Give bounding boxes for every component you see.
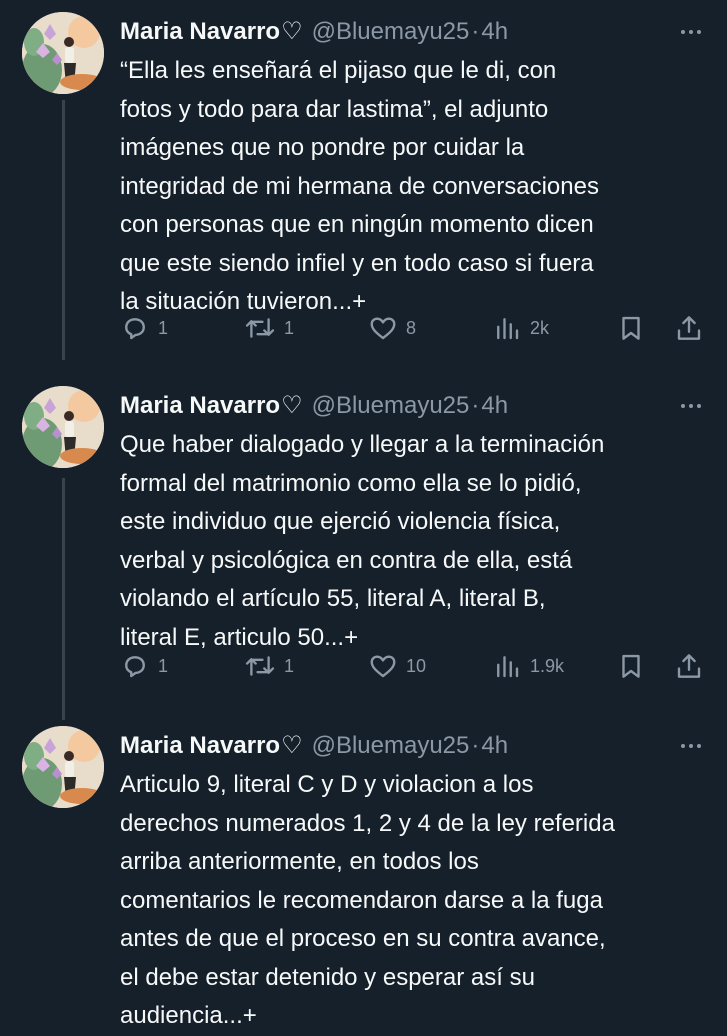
author-name[interactable]: Maria Navarro — [120, 12, 280, 52]
reply-count: 1 — [158, 655, 169, 676]
tweet-header: Maria Navarro ♡ @Bluemayu25 · 4h — [120, 12, 727, 52]
tweet-text-line: que este siendo infiel y en todo caso si… — [120, 249, 594, 277]
tweet-text-line: violando el artículo 55, literal A, lite… — [120, 585, 546, 612]
reply-count: 1 — [158, 317, 169, 338]
reply-icon — [125, 318, 145, 340]
heart-icon — [370, 655, 396, 678]
author-handle[interactable]: @Bluemayu25 — [312, 726, 470, 766]
meta-separator: · — [471, 392, 480, 419]
share-button[interactable] — [674, 646, 704, 686]
avatar[interactable] — [22, 12, 104, 94]
tweet-text: Articulo 9, literal C y D y violacion a … — [120, 766, 700, 1036]
bookmark-button[interactable] — [616, 308, 646, 348]
tweet-text-line: verbal y psicológica en contra de ella, … — [120, 546, 573, 574]
repost-count: 1 — [284, 655, 295, 676]
tweet-text-line: derechos numerados 1, 2 y 4 de la ley re… — [120, 809, 615, 837]
views-count: 2k — [530, 317, 550, 338]
views-button[interactable]: 1.9k — [492, 646, 564, 686]
bookmark-button[interactable] — [616, 646, 646, 686]
tweet-text: Que haber dialogado y llegar a la termin… — [120, 426, 700, 657]
name-heart-emoji: ♡ — [281, 18, 303, 45]
views-button[interactable]: 2k — [492, 308, 549, 348]
tweet[interactable]: Maria Navarro ♡ @Bluemayu25 · 4h Articul… — [0, 726, 727, 1029]
timestamp[interactable]: 4h — [481, 726, 508, 766]
tweet-text-line: el debe estar detenido y esperar así su — [120, 963, 535, 991]
tweet-text-line: “Ella les enseñará el pijaso que le di, … — [120, 57, 557, 84]
tweet-header: Maria Navarro ♡ @Bluemayu25 · 4h — [120, 386, 727, 426]
tweet-text-line: formal del matrimonio como ella se lo pi… — [120, 469, 582, 497]
action-bar: 1 1 8 2k — [120, 308, 710, 348]
reply-button[interactable]: 1 — [120, 646, 168, 686]
tweet-text-line: fotos y todo para dar lastima”, el adjun… — [120, 95, 549, 123]
action-bar: 1 1 10 1.9k — [120, 646, 710, 686]
tweet-header: Maria Navarro ♡ @Bluemayu25 · 4h — [120, 726, 727, 766]
repost-count: 1 — [284, 317, 295, 338]
tweet-text-line: imágenes que no pondre por cuidar la — [120, 134, 525, 161]
avatar[interactable] — [22, 726, 104, 808]
tweet-text-line: este individuo que ejerció violencia fís… — [120, 508, 561, 535]
share-icon — [677, 654, 701, 678]
like-count: 8 — [406, 317, 417, 338]
author-name[interactable]: Maria Navarro — [120, 726, 280, 766]
tweet-text-line: audiencia...+ — [120, 1002, 257, 1029]
tweet-text-line: Que haber dialogado y llegar a la termin… — [120, 431, 605, 458]
meta-separator: · — [471, 732, 480, 759]
tweet-text-line: arriba anteriormente, en todos los — [120, 848, 479, 875]
repost-icon — [245, 656, 275, 676]
tweet-text-line: integridad de mi hermana de conversacion… — [120, 172, 599, 200]
avatar-image — [22, 726, 104, 808]
bookmark-icon — [622, 316, 640, 340]
avatar-image — [22, 386, 104, 468]
reply-icon — [125, 656, 145, 678]
tweet-text-line: antes de que el proceso en su contra ava… — [120, 925, 606, 952]
share-button[interactable] — [674, 308, 704, 348]
author-handle[interactable]: @Bluemayu25 — [312, 386, 470, 426]
repost-icon — [245, 318, 275, 338]
more-icon[interactable] — [681, 726, 701, 766]
author-handle[interactable]: @Bluemayu25 — [312, 12, 470, 52]
repost-button[interactable]: 1 — [244, 308, 294, 348]
share-icon — [677, 316, 701, 340]
timestamp[interactable]: 4h — [481, 12, 508, 52]
more-icon[interactable] — [681, 12, 701, 52]
tweet-text: “Ella les enseñará el pijaso que le di, … — [120, 52, 700, 322]
repost-button[interactable]: 1 — [244, 646, 294, 686]
more-icon[interactable] — [681, 386, 701, 426]
like-button[interactable]: 10 — [368, 646, 426, 686]
avatar-image — [22, 12, 104, 94]
reply-button[interactable]: 1 — [120, 308, 168, 348]
author-name[interactable]: Maria Navarro — [120, 386, 280, 426]
tweet-text-line: comentarios le recomendaron darse a la f… — [120, 886, 603, 914]
views-icon — [497, 318, 519, 340]
tweet[interactable]: Maria Navarro ♡ @Bluemayu25 · 4h Que hab… — [0, 386, 727, 706]
name-heart-emoji: ♡ — [281, 392, 303, 419]
like-count: 10 — [406, 655, 427, 676]
avatar[interactable] — [22, 386, 104, 468]
tweet-text-line: con personas que en ningún momento dicen — [120, 211, 594, 238]
bookmark-icon — [622, 654, 640, 678]
name-heart-emoji: ♡ — [281, 732, 303, 759]
views-icon — [497, 656, 519, 678]
heart-icon — [370, 317, 396, 340]
meta-separator: · — [471, 18, 480, 45]
timestamp[interactable]: 4h — [481, 386, 508, 426]
like-button[interactable]: 8 — [368, 308, 416, 348]
tweet-text-line: Articulo 9, literal C y D y violacion a … — [120, 771, 534, 798]
tweet[interactable]: Maria Navarro ♡ @Bluemayu25 · 4h “Ella l… — [0, 12, 727, 352]
views-count: 1.9k — [530, 655, 565, 676]
